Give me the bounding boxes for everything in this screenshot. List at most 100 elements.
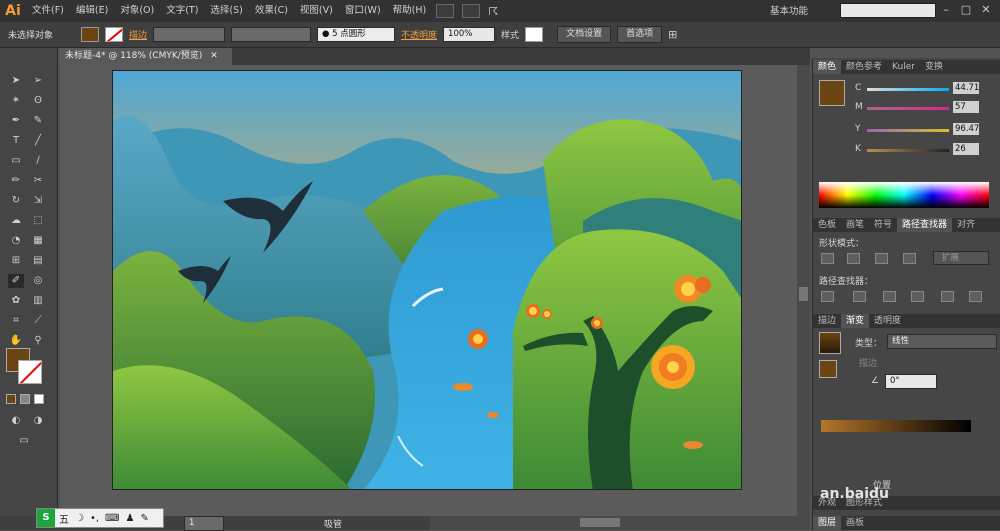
- menu-type[interactable]: 文字(T): [160, 0, 204, 22]
- shape-builder-icon[interactable]: ◔: [8, 234, 24, 248]
- tab-transform[interactable]: 变换: [920, 60, 948, 74]
- document-setup-button[interactable]: 文档设置: [557, 26, 612, 43]
- artboard[interactable]: [112, 70, 742, 490]
- selection-tool-icon[interactable]: ➤: [8, 74, 24, 88]
- menu-view[interactable]: 视图(V): [294, 0, 339, 22]
- unite-icon[interactable]: [821, 253, 834, 264]
- sogou-icon[interactable]: S: [37, 509, 55, 527]
- tab-color-guide[interactable]: 颜色参考: [841, 60, 887, 74]
- gradient-mode-icon[interactable]: [20, 394, 30, 404]
- crop-icon[interactable]: [911, 291, 924, 302]
- close-icon[interactable]: ✕: [978, 2, 994, 18]
- channel-m-slider[interactable]: [867, 107, 949, 110]
- magic-wand-icon[interactable]: ✴: [8, 94, 24, 108]
- variable-width-dropdown[interactable]: [231, 27, 312, 42]
- channel-y-slider[interactable]: [867, 129, 949, 132]
- skin-icon[interactable]: ♟: [125, 513, 134, 524]
- minus-back-icon[interactable]: [969, 291, 982, 302]
- style-swatch[interactable]: [525, 27, 544, 42]
- pencil-tool-icon[interactable]: ✏: [8, 174, 24, 188]
- menu-edit[interactable]: 编辑(E): [70, 0, 114, 22]
- artboard-tool-icon[interactable]: ⌗: [8, 314, 24, 328]
- punctuation-icon[interactable]: •,: [90, 513, 99, 524]
- tab-gradient[interactable]: 渐变: [841, 314, 870, 328]
- scissors-icon[interactable]: ✂: [30, 174, 46, 188]
- expand-button[interactable]: 扩展: [933, 251, 989, 265]
- stroke-color-box[interactable]: [18, 360, 42, 384]
- tab-color[interactable]: 颜色: [813, 60, 842, 74]
- none-mode-icon[interactable]: [34, 394, 44, 404]
- menu-object[interactable]: 对象(O): [114, 0, 160, 22]
- mesh-tool-icon[interactable]: ⊞: [8, 254, 24, 268]
- line-tool-icon[interactable]: ╱: [30, 134, 46, 148]
- channel-m-value[interactable]: 57: [953, 101, 979, 113]
- minus-front-icon[interactable]: [847, 253, 860, 264]
- exclude-icon[interactable]: [903, 253, 916, 264]
- outline-icon[interactable]: [941, 291, 954, 302]
- stroke-swatch[interactable]: [105, 27, 124, 42]
- vertical-scroll-thumb[interactable]: [799, 287, 808, 301]
- preferences-button[interactable]: 首选项: [617, 26, 663, 43]
- curvature-icon[interactable]: ✎: [30, 114, 46, 128]
- pen-tool-icon[interactable]: ✒: [8, 114, 24, 128]
- bridge-icon[interactable]: [436, 4, 455, 18]
- perspective-grid-icon[interactable]: ▦: [30, 234, 46, 248]
- tab-artboards[interactable]: 画板: [841, 516, 869, 530]
- document-tab[interactable]: 未标题-4* @ 118% (CMYK/预览) ✕: [60, 48, 232, 65]
- arrange-icon[interactable]: ⊞: [668, 28, 677, 41]
- rectangle-tool-icon[interactable]: ▭: [8, 154, 24, 168]
- tab-brushes[interactable]: 画笔: [841, 218, 869, 232]
- opacity-input[interactable]: 100%: [443, 27, 496, 42]
- free-transform-icon[interactable]: ⬚: [30, 214, 46, 228]
- maximize-icon[interactable]: □: [958, 2, 974, 18]
- rotate-tool-icon[interactable]: ↻: [8, 194, 24, 208]
- lasso-icon[interactable]: ʘ: [30, 94, 46, 108]
- channel-y-value[interactable]: 96.47: [953, 123, 979, 135]
- gradient-stroke-swatch[interactable]: [819, 360, 837, 378]
- horizontal-scrollbar[interactable]: [430, 516, 810, 530]
- current-tool-status[interactable]: 吸管: [324, 517, 342, 530]
- menu-help[interactable]: 帮助(H): [387, 0, 433, 22]
- stroke-weight-dropdown[interactable]: [153, 27, 226, 42]
- tab-symbols[interactable]: 符号: [869, 218, 897, 232]
- gpu-icon[interactable]: ☈: [488, 5, 498, 18]
- color-spectrum[interactable]: [819, 182, 989, 208]
- close-tab-icon[interactable]: ✕: [210, 51, 218, 61]
- fill-swatch[interactable]: [81, 27, 100, 42]
- draw-inside-icon[interactable]: ◑: [30, 414, 46, 428]
- tab-transparency[interactable]: 透明度: [869, 314, 906, 328]
- keyboard-icon[interactable]: ⌨: [105, 513, 119, 524]
- tab-layers[interactable]: 图层: [813, 516, 842, 530]
- intersect-icon[interactable]: [875, 253, 888, 264]
- horizontal-scroll-thumb[interactable]: [580, 518, 620, 527]
- scale-tool-icon[interactable]: ⇲: [30, 194, 46, 208]
- minimize-icon[interactable]: –: [938, 2, 954, 18]
- eyedropper-tool-icon[interactable]: ✐: [8, 274, 24, 288]
- direct-selection-tool-icon[interactable]: ➢: [30, 74, 46, 88]
- page-selector[interactable]: 1: [184, 515, 224, 531]
- stroke-label[interactable]: 描边: [129, 28, 147, 41]
- blend-tool-icon[interactable]: ◎: [30, 274, 46, 288]
- merge-icon[interactable]: [883, 291, 896, 302]
- color-fill-preview[interactable]: [819, 80, 845, 106]
- opacity-label[interactable]: 不透明度: [401, 28, 437, 41]
- menu-file[interactable]: 文件(F): [26, 0, 70, 22]
- menu-effect[interactable]: 效果(C): [249, 0, 294, 22]
- search-input[interactable]: [840, 3, 936, 18]
- gradient-type-dropdown[interactable]: 线性: [887, 334, 997, 349]
- gradient-tool-icon[interactable]: ▤: [30, 254, 46, 268]
- channel-k-slider[interactable]: [867, 149, 949, 152]
- menu-select[interactable]: 选择(S): [204, 0, 248, 22]
- tab-swatches[interactable]: 色板: [813, 218, 841, 232]
- tab-pathfinder[interactable]: 路径查找器: [897, 218, 953, 232]
- brush-tool-icon[interactable]: ∕: [30, 154, 46, 168]
- channel-c-value[interactable]: 44.71: [953, 82, 979, 94]
- zoom-tool-icon[interactable]: ⚲: [30, 334, 46, 348]
- color-mode-icon[interactable]: [6, 394, 16, 404]
- tab-align[interactable]: 对齐: [952, 218, 980, 232]
- slice-tool-icon[interactable]: ⟋: [30, 314, 46, 328]
- divide-icon[interactable]: [821, 291, 834, 302]
- wrench-icon[interactable]: ✎: [140, 513, 148, 524]
- vertical-scrollbar[interactable]: [797, 65, 810, 518]
- menu-window[interactable]: 窗口(W): [339, 0, 387, 22]
